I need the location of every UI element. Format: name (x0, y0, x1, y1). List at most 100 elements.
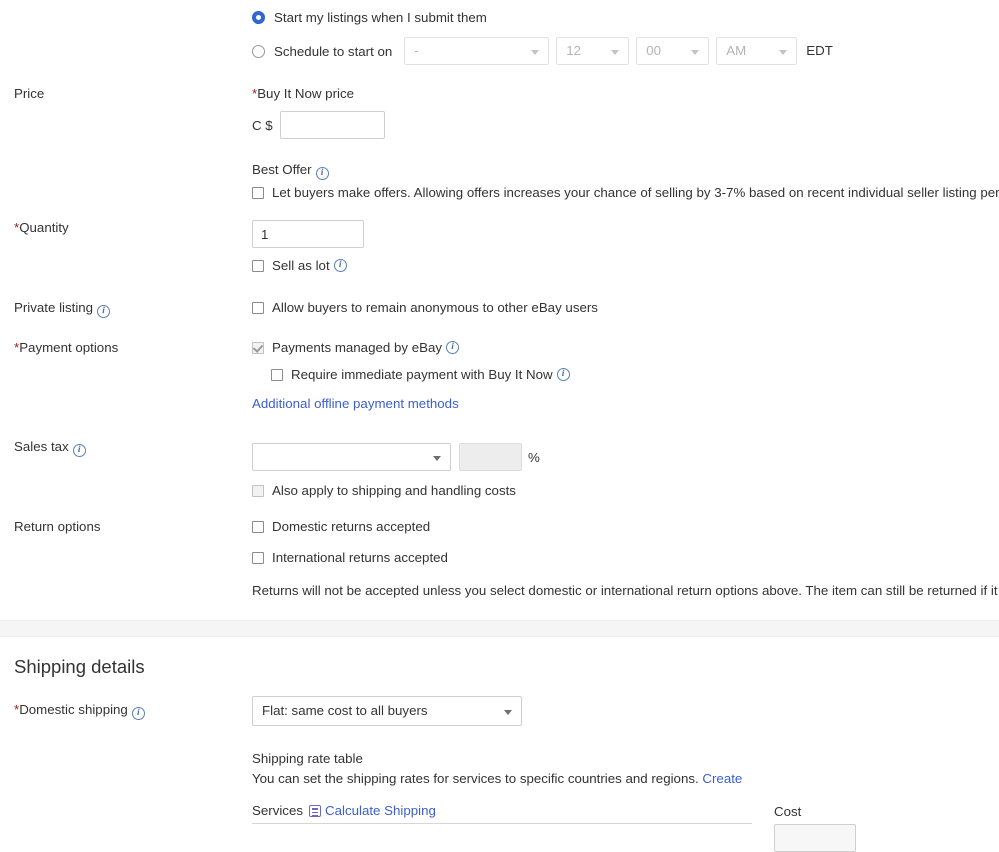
payments-managed-row: Payments managed by eBay i (252, 340, 999, 356)
chevron-down-icon (691, 50, 700, 55)
info-icon[interactable]: i (315, 167, 329, 180)
sales-tax-label: Sales tax i (0, 439, 252, 457)
private-listing-label: Private listing i (0, 300, 252, 318)
domestic-shipping-label: *Domestic shipping i (0, 696, 252, 720)
domestic-shipping-row: *Domestic shipping i Flat: same cost to a… (0, 696, 999, 726)
domestic-shipping-value: Flat: same cost to all buyers (262, 703, 428, 718)
buy-it-now-label: *Buy It Now price (252, 86, 999, 102)
price-input-row: C $ (252, 111, 999, 139)
cost-header-label: Cost (774, 804, 802, 819)
shipping-details-section: Shipping details *Domestic shipping i Fla… (0, 656, 999, 852)
best-offer-checkbox-row[interactable]: Let buyers make offers. Allowing offers … (252, 185, 999, 201)
quantity-label: *Quantity (0, 220, 252, 236)
cost-input[interactable] (774, 824, 856, 852)
sales-tax-shipping-checkbox (252, 485, 264, 497)
private-listing-section: Private listing i Allow buyers to remain … (0, 300, 999, 318)
schedule-meridiem-select[interactable]: AM (716, 37, 798, 65)
chevron-down-icon (611, 50, 620, 55)
international-returns-row[interactable]: International returns accepted (252, 550, 999, 566)
schedule-hour-value: 12 (566, 43, 582, 58)
schedule-date-select[interactable]: - (404, 37, 550, 65)
immediate-payment-label: Require immediate payment with Buy It No… (291, 367, 553, 382)
services-value-cell (252, 824, 752, 852)
chevron-down-icon (531, 50, 540, 55)
services-first-row (252, 824, 999, 852)
payment-options-label-text: Payment options (19, 340, 119, 355)
shipping-details-title: Shipping details (14, 656, 145, 677)
quantity-label-text: Quantity (19, 220, 69, 235)
quantity-input[interactable] (252, 220, 364, 248)
private-listing-checkbox-row[interactable]: Allow buyers to remain anonymous to othe… (252, 300, 999, 316)
chevron-down-icon (433, 456, 441, 461)
schedule-section: Start my listings when I submit them Sch… (0, 6, 999, 65)
buy-it-now-label-text: Buy It Now price (257, 86, 354, 101)
private-listing-label-text: Private listing (14, 300, 94, 315)
shipping-rate-table-title: Shipping rate table (252, 751, 363, 766)
radio-start-immediately[interactable]: Start my listings when I submit them (252, 6, 999, 28)
sell-as-lot-row[interactable]: Sell as lot i (252, 258, 999, 274)
payment-options-label: *Payment options (0, 340, 252, 356)
domestic-returns-row[interactable]: Domestic returns accepted (252, 519, 999, 535)
domestic-shipping-select[interactable]: Flat: same cost to all buyers (252, 696, 522, 726)
calculate-shipping-link[interactable]: Calculate Shipping (325, 803, 436, 818)
schedule-meridiem-value: AM (726, 43, 747, 58)
create-rate-table-link[interactable]: Create (702, 771, 742, 786)
payments-managed-label: Payments managed by eBay (272, 340, 443, 355)
shipping-rate-table-row: Shipping rate table You can set the ship… (0, 751, 999, 852)
additional-payment-link-row: Additional offline payment methods (252, 396, 999, 411)
info-icon[interactable]: i (97, 305, 111, 318)
sales-tax-inputs-row: % (252, 443, 999, 471)
schedule-hour-select[interactable]: 12 (556, 37, 630, 65)
best-offer-checkbox-label: Let buyers make offers. Allowing offers … (272, 185, 999, 200)
shipping-rate-table-desc-row: You can set the shipping rates for servi… (252, 771, 999, 787)
price-section: Price *Buy It Now price C $ Best Offer i … (0, 86, 999, 201)
additional-offline-payment-link[interactable]: Additional offline payment methods (252, 396, 459, 411)
sales-tax-section: Sales tax i % Also apply to shipping and … (0, 439, 999, 499)
sales-tax-state-select[interactable] (252, 443, 451, 471)
schedule-date-value: - (414, 43, 419, 58)
schedule-immediate-row: Start my listings when I submit them (0, 6, 999, 28)
best-offer-checkbox[interactable] (252, 187, 264, 199)
cost-header-cell: Cost (774, 804, 904, 824)
private-listing-checkbox[interactable] (252, 302, 264, 314)
sales-tax-rate-input[interactable] (459, 443, 522, 471)
chevron-down-icon (504, 710, 512, 715)
immediate-payment-checkbox[interactable] (271, 369, 283, 381)
sales-tax-label-text: Sales tax (14, 439, 69, 454)
info-icon[interactable]: i (333, 259, 347, 272)
calculator-icon (309, 805, 321, 817)
payment-options-section: *Payment options Payments managed by eBa… (0, 340, 999, 411)
radio-start-immediately-label: Start my listings when I submit them (274, 9, 487, 25)
international-returns-checkbox[interactable] (252, 552, 264, 564)
best-offer-label-row: Best Offer i (252, 162, 999, 180)
schedule-minute-value: 00 (646, 43, 662, 58)
section-divider-band (0, 620, 999, 637)
info-icon[interactable]: i (556, 368, 570, 381)
services-header-label: Services (252, 803, 303, 818)
buy-it-now-price-input[interactable] (279, 111, 385, 139)
quantity-section: *Quantity Sell as lot i (0, 220, 999, 274)
percent-symbol: % (528, 449, 540, 465)
info-icon[interactable]: i (446, 341, 460, 354)
radio-schedule-start[interactable]: Schedule to start on (252, 37, 392, 65)
return-options-section: Return options Domestic returns accepted… (0, 519, 999, 599)
sell-as-lot-label: Sell as lot (272, 258, 330, 273)
immediate-payment-row[interactable]: Require immediate payment with Buy It No… (271, 367, 999, 383)
payments-managed-checkbox (252, 342, 264, 354)
radio-schedule-start-dot[interactable] (252, 44, 265, 58)
best-offer-label: Best Offer (252, 162, 312, 177)
schedule-scheduled-row: Schedule to start on - 12 00 AM EDT (0, 37, 999, 65)
services-header-cell: Services Calculate Shipping (252, 803, 752, 824)
schedule-minute-select[interactable]: 00 (636, 37, 710, 65)
chevron-down-icon (779, 50, 788, 55)
radio-schedule-start-label: Schedule to start on (274, 43, 393, 59)
radio-start-immediately-dot[interactable] (252, 10, 265, 24)
price-label: Price (14, 86, 45, 101)
domestic-shipping-label-text: Domestic shipping (19, 702, 128, 717)
domestic-returns-checkbox[interactable] (252, 521, 264, 533)
sell-as-lot-checkbox[interactable] (252, 260, 264, 272)
info-icon[interactable]: i (131, 707, 145, 720)
return-options-note: Returns will not be accepted unless you … (252, 583, 998, 598)
schedule-timezone-label: EDT (806, 43, 833, 58)
info-icon[interactable]: i (72, 444, 86, 457)
